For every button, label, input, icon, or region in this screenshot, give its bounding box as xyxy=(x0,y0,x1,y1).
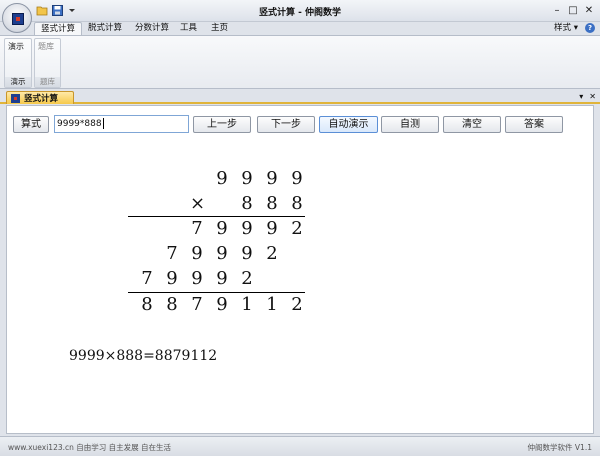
window-title: 竖式计算 - 仲阁数学 xyxy=(258,8,341,18)
result-equation: 9999×888=8879112 xyxy=(69,348,218,364)
answer-button[interactable]: 答案 xyxy=(505,116,563,133)
partial-digit: 9 xyxy=(166,268,178,289)
partial-digit: 9 xyxy=(216,243,228,264)
question-bank-button: 题库 xyxy=(38,42,54,51)
partial-digit: 9 xyxy=(191,243,203,264)
product-digit: 1 xyxy=(241,294,253,315)
document-icon xyxy=(11,93,20,103)
multiplicand-digit: 9 xyxy=(216,168,228,189)
status-version: 仲阁数学软件 V1.1 xyxy=(527,443,592,452)
status-bar: www.xuexi123.cn 自由学习 自主发展 自在生活 仲阁数学软件 V1… xyxy=(0,436,600,456)
help-icon[interactable]: ? xyxy=(585,23,595,33)
product-digit: 1 xyxy=(266,294,278,315)
product-digit: 9 xyxy=(216,294,228,315)
vertical-calculation: 9 9 9 9 × 8 8 8 7 9 9 9 2 7 9 9 9 2 7 9 … xyxy=(7,106,595,435)
prev-step-button[interactable]: 上一步 xyxy=(193,116,251,133)
maximize-button[interactable]: □ xyxy=(566,3,580,17)
demo-button[interactable]: 演示 xyxy=(8,41,24,52)
partial-digit: 2 xyxy=(266,243,278,264)
tab-home[interactable]: 主页 xyxy=(205,22,234,35)
rule-line xyxy=(128,292,305,293)
ribbon-group-label: 题库 xyxy=(35,77,60,87)
expression-value: 9999*888 xyxy=(57,119,102,129)
multiplier-digit: 8 xyxy=(241,193,253,214)
partial-digit: 9 xyxy=(216,218,228,239)
style-menu[interactable]: 样式 ▾ xyxy=(554,22,578,34)
calculation-panel: 9 9 9 9 × 8 8 8 7 9 9 9 2 7 9 9 9 2 7 9 … xyxy=(6,105,594,434)
ribbon-group-label: 演示 xyxy=(5,77,31,87)
product-digit: 8 xyxy=(141,294,153,315)
partial-digit: 2 xyxy=(241,268,253,289)
clear-button[interactable]: 清空 xyxy=(443,116,501,133)
tab-fraction-calc[interactable]: 分数计算 xyxy=(129,22,175,35)
multiplier-digit: 8 xyxy=(291,193,303,214)
multiply-sign: × xyxy=(190,193,206,214)
partial-digit: 9 xyxy=(241,243,253,264)
tab-vertical-calc[interactable]: 竖式计算 xyxy=(34,22,83,35)
document-tab-strip: 竖式计算 ▾ ✕ xyxy=(0,90,600,104)
partial-digit: 7 xyxy=(191,218,203,239)
partial-digit: 9 xyxy=(266,218,278,239)
tab-step-calc[interactable]: 脱式计算 xyxy=(82,22,128,35)
text-caret xyxy=(102,118,104,129)
multiplicand-digit: 9 xyxy=(291,168,303,189)
close-tab-icon[interactable]: ✕ xyxy=(589,92,596,101)
product-digit: 8 xyxy=(166,294,178,315)
ribbon-tabs: 竖式计算 脱式计算 分数计算 工具 主页 样式 ▾ ? xyxy=(0,22,600,35)
multiplier-digit: 8 xyxy=(266,193,278,214)
tab-tools[interactable]: 工具 xyxy=(174,22,203,35)
expression-input[interactable]: 9999*888 xyxy=(54,115,189,133)
next-step-button[interactable]: 下一步 xyxy=(257,116,315,133)
product-digit: 2 xyxy=(291,294,303,315)
partial-digit: 9 xyxy=(191,268,203,289)
partial-digit: 9 xyxy=(216,268,228,289)
ribbon-group-demo: 演示 演示 xyxy=(4,38,32,88)
partial-digit: 7 xyxy=(166,243,178,264)
partial-digit: 2 xyxy=(291,218,303,239)
rule-line xyxy=(128,216,305,217)
tab-list-dropdown-icon[interactable]: ▾ xyxy=(579,92,583,101)
partial-digit: 9 xyxy=(241,218,253,239)
ribbon-group-bank: 题库 题库 xyxy=(34,38,61,88)
title-bar: 竖式计算 - 仲阁数学 – □ ✕ xyxy=(0,0,600,33)
multiplicand-digit: 9 xyxy=(266,168,278,189)
app-logo-icon xyxy=(12,13,24,25)
partial-digit: 7 xyxy=(141,268,153,289)
document-tab[interactable]: 竖式计算 xyxy=(6,91,74,104)
ribbon-panel: 演示 演示 题库 题库 xyxy=(0,35,600,89)
status-website: www.xuexi123.cn 自由学习 自主发展 自在生活 xyxy=(8,443,172,452)
close-button[interactable]: ✕ xyxy=(582,3,596,17)
document-tab-label: 竖式计算 xyxy=(24,94,59,104)
formula-button[interactable]: 算式 xyxy=(13,116,49,133)
product-digit: 7 xyxy=(191,294,203,315)
multiplicand-digit: 9 xyxy=(241,168,253,189)
app-menu-button[interactable] xyxy=(2,3,32,33)
self-test-button[interactable]: 自测 xyxy=(381,116,439,133)
auto-demo-button[interactable]: 自动演示 xyxy=(319,116,378,133)
minimize-button[interactable]: – xyxy=(550,3,564,17)
